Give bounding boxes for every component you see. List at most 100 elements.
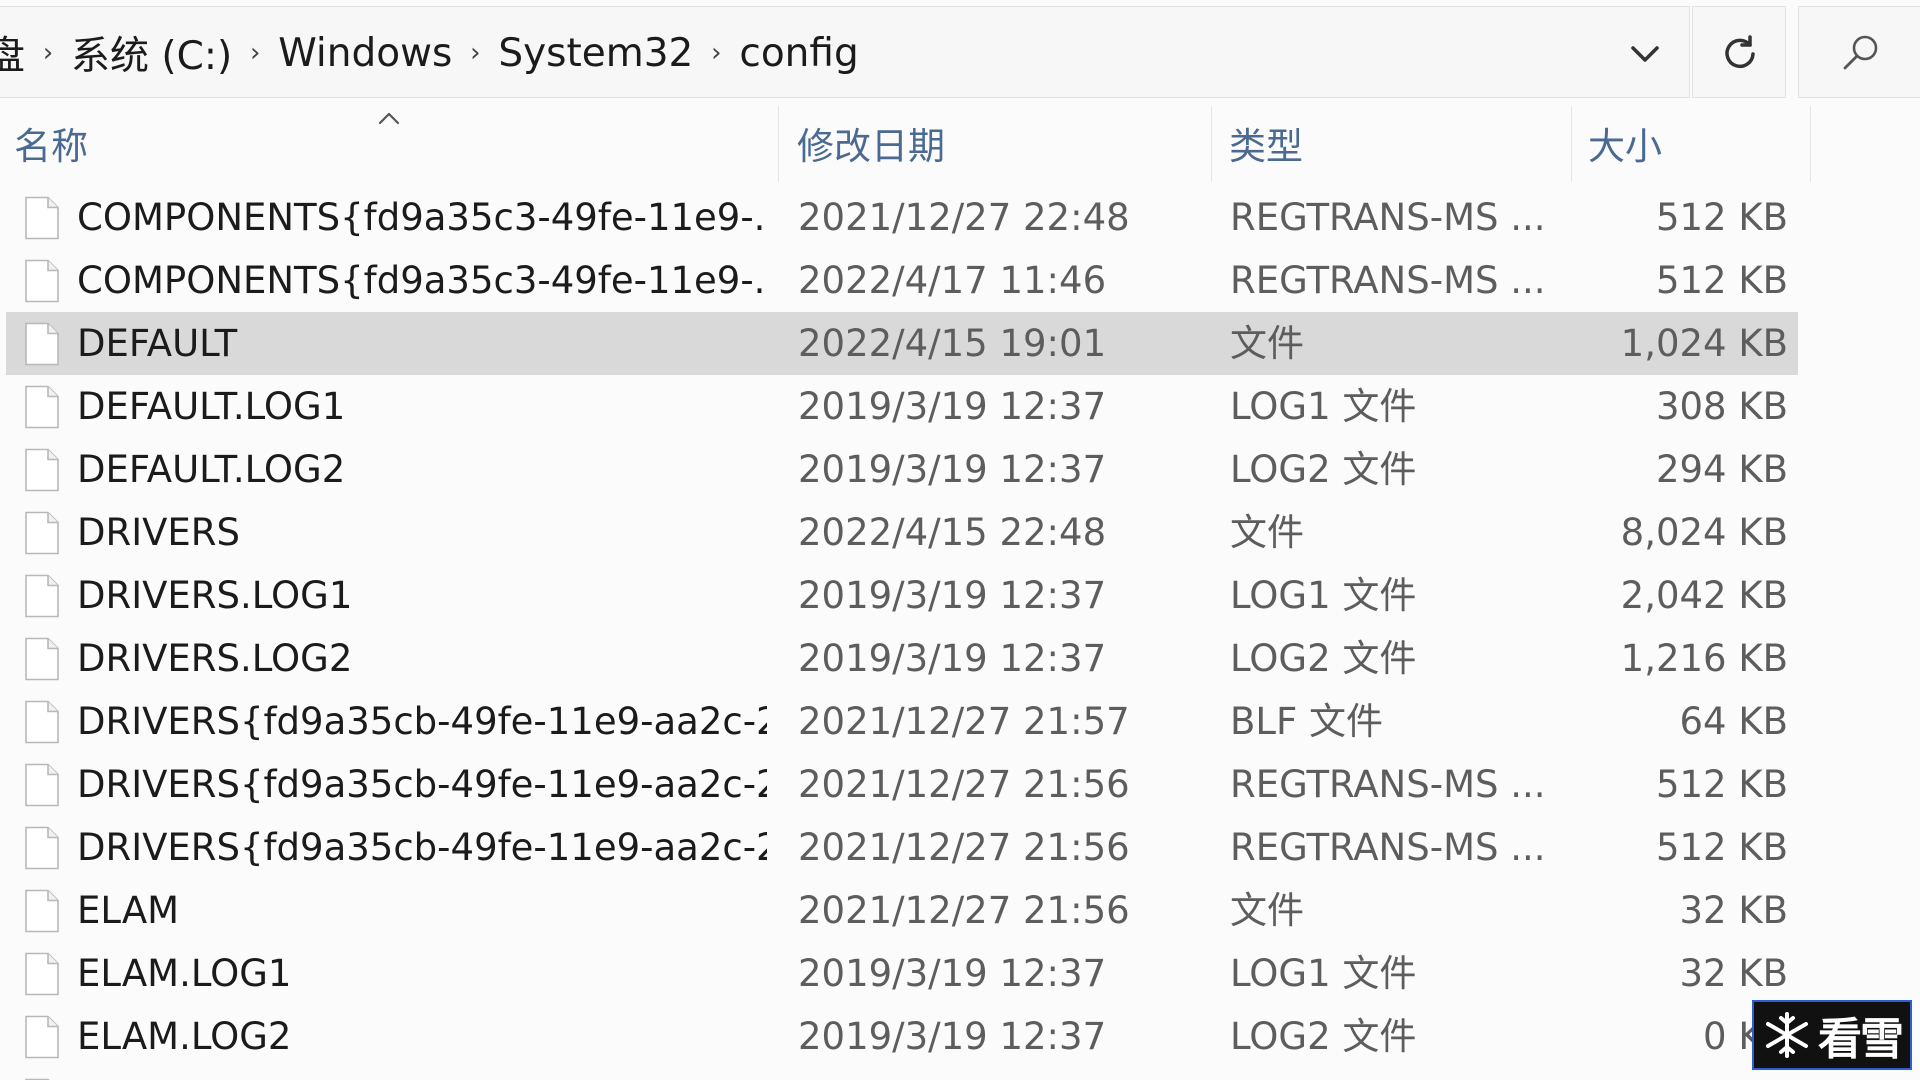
file-name: DEFAULT.LOG1	[77, 385, 346, 428]
file-icon	[25, 637, 59, 681]
file-icon	[25, 574, 59, 618]
file-row[interactable]: ELAM.LOG1 2019/3/19 12:37 LOG1 文件 32 KB	[6, 942, 1798, 1005]
file-date: 2021/12/27 21:56	[798, 763, 1130, 806]
file-row[interactable]: DRIVERS.LOG1 2019/3/19 12:37 LOG1 文件 2,0…	[6, 564, 1798, 627]
column-header-date-label: 修改日期	[797, 125, 945, 168]
file-name: DRIVERS{fd9a35cb-49fe-11e9-aa2c-2...	[77, 700, 767, 743]
file-type: 文件	[1230, 511, 1304, 554]
breadcrumb-item-partial[interactable]: 盘	[0, 25, 25, 81]
file-icon	[25, 511, 59, 555]
file-size: 308 KB	[1655, 385, 1788, 428]
file-icon	[25, 196, 59, 240]
file-row[interactable]: DRIVERS{fd9a35cb-49fe-11e9-aa2c-2... 202…	[6, 753, 1798, 816]
breadcrumb-separator-icon[interactable]: ›	[693, 38, 739, 68]
breadcrumb: 盘 › 系统 (C:) › Windows › System32 › confi…	[0, 7, 859, 99]
column-header-type[interactable]: 类型	[1215, 106, 1571, 182]
file-row[interactable]: DRIVERS{fd9a35cb-49fe-11e9-aa2c-2... 202…	[6, 690, 1798, 753]
file-name: DEFAULT	[77, 322, 238, 365]
file-name: ELAM	[77, 889, 180, 932]
file-icon	[25, 259, 59, 303]
file-date: 2019/3/19 12:37	[798, 1015, 1107, 1058]
file-size: 512 KB	[1655, 259, 1788, 302]
file-name: DEFAULT.LOG2	[77, 448, 346, 491]
file-icon	[25, 889, 59, 933]
file-row-partial[interactable]	[6, 1068, 1798, 1080]
file-size: 512 KB	[1655, 196, 1788, 239]
file-name: DRIVERS.LOG2	[77, 637, 353, 680]
column-header-size-label: 大小	[1588, 125, 1662, 168]
file-row[interactable]: DRIVERS{fd9a35cb-49fe-11e9-aa2c-2... 202…	[6, 816, 1798, 879]
file-name: DRIVERS{fd9a35cb-49fe-11e9-aa2c-2...	[77, 763, 767, 806]
file-type: 文件	[1230, 889, 1304, 932]
breadcrumb-item-drive[interactable]: 系统 (C:)	[71, 25, 232, 81]
breadcrumb-item-windows[interactable]: Windows	[278, 31, 452, 76]
file-row[interactable]: DEFAULT.LOG2 2019/3/19 12:37 LOG2 文件 294…	[6, 438, 1798, 501]
column-divider[interactable]	[1810, 106, 1811, 182]
file-icon	[25, 952, 59, 996]
file-name: ELAM.LOG2	[77, 1015, 292, 1058]
file-icon	[25, 1015, 59, 1059]
file-date: 2021/12/27 21:56	[798, 889, 1130, 932]
file-size: 1,024 KB	[1620, 322, 1788, 365]
refresh-icon	[1725, 35, 1755, 69]
file-icon	[25, 448, 59, 492]
breadcrumb-item-system32[interactable]: System32	[498, 31, 693, 76]
file-type: LOG1 文件	[1230, 574, 1417, 617]
address-bar[interactable]: 盘 › 系统 (C:) › Windows › System32 › confi…	[0, 6, 1690, 98]
file-type: REGTRANS-MS ...	[1230, 196, 1546, 239]
file-name: ELAM.LOG1	[77, 952, 292, 995]
file-date: 2022/4/17 11:46	[798, 259, 1107, 302]
file-row[interactable]: COMPONENTS{fd9a35c3-49fe-11e9-... 2021/1…	[6, 186, 1798, 249]
file-size: 512 KB	[1655, 826, 1788, 869]
file-date: 2019/3/19 12:37	[798, 385, 1107, 428]
file-date: 2019/3/19 12:37	[798, 448, 1107, 491]
breadcrumb-separator-icon[interactable]: ›	[25, 38, 71, 68]
file-size: 2,042 KB	[1620, 574, 1788, 617]
breadcrumb-separator-icon[interactable]: ›	[452, 38, 498, 68]
file-date: 2022/4/15 22:48	[798, 511, 1107, 554]
search-box[interactable]	[1798, 6, 1920, 98]
file-size: 512 KB	[1655, 763, 1788, 806]
file-list: COMPONENTS{fd9a35c3-49fe-11e9-... 2021/1…	[0, 186, 1810, 1080]
file-date: 2022/4/15 19:01	[798, 322, 1107, 365]
file-name: DRIVERS	[77, 511, 240, 554]
file-name: DRIVERS.LOG1	[77, 574, 353, 617]
column-divider[interactable]	[778, 106, 779, 182]
column-header-row: 名称 修改日期 类型 大小	[0, 106, 1811, 182]
address-bar-row: 盘 › 系统 (C:) › Windows › System32 › confi…	[0, 0, 1920, 100]
file-row[interactable]: ELAM.LOG2 2019/3/19 12:37 LOG2 文件 0 KB	[6, 1005, 1798, 1068]
column-header-date[interactable]: 修改日期	[783, 106, 1211, 182]
file-date: 2019/3/19 12:37	[798, 637, 1107, 680]
file-row[interactable]: DRIVERS 2022/4/15 22:48 文件 8,024 KB	[6, 501, 1798, 564]
breadcrumb-item-config[interactable]: config	[739, 31, 858, 76]
file-size: 32 KB	[1679, 889, 1789, 932]
column-divider[interactable]	[1571, 106, 1572, 182]
file-row[interactable]: COMPONENTS{fd9a35c3-49fe-11e9-... 2022/4…	[6, 249, 1798, 312]
file-row-selected[interactable]: DEFAULT 2022/4/15 19:01 文件 1,024 KB	[6, 312, 1798, 375]
file-row[interactable]: DEFAULT.LOG1 2019/3/19 12:37 LOG1 文件 308…	[6, 375, 1798, 438]
file-date: 2021/12/27 22:48	[798, 196, 1130, 239]
file-row[interactable]: DRIVERS.LOG2 2019/3/19 12:37 LOG2 文件 1,2…	[6, 627, 1798, 690]
file-name: COMPONENTS{fd9a35c3-49fe-11e9-...	[77, 196, 767, 239]
sort-ascending-icon	[378, 112, 400, 125]
snowflake-icon	[1766, 1012, 1808, 1058]
column-header-size[interactable]: 大小	[1574, 106, 1810, 182]
file-type: LOG2 文件	[1230, 1015, 1417, 1058]
file-date: 2021/12/27 21:56	[798, 826, 1130, 869]
file-type: LOG2 文件	[1230, 637, 1417, 680]
file-icon	[25, 322, 59, 366]
file-row[interactable]: ELAM 2021/12/27 21:56 文件 32 KB	[6, 879, 1798, 942]
column-header-name-label: 名称	[14, 125, 88, 168]
column-divider[interactable]	[1211, 106, 1212, 182]
breadcrumb-separator-icon[interactable]: ›	[232, 38, 278, 68]
file-date: 2019/3/19 12:37	[798, 574, 1107, 617]
file-type: BLF 文件	[1230, 700, 1384, 743]
column-header-type-label: 类型	[1229, 125, 1303, 168]
file-date: 2019/3/19 12:37	[798, 952, 1107, 995]
search-icon	[1843, 35, 1878, 70]
file-icon	[25, 385, 59, 429]
refresh-button[interactable]	[1692, 6, 1786, 98]
chevron-down-icon[interactable]	[1625, 37, 1665, 71]
file-type: 文件	[1230, 322, 1304, 365]
file-type: LOG2 文件	[1230, 448, 1417, 491]
